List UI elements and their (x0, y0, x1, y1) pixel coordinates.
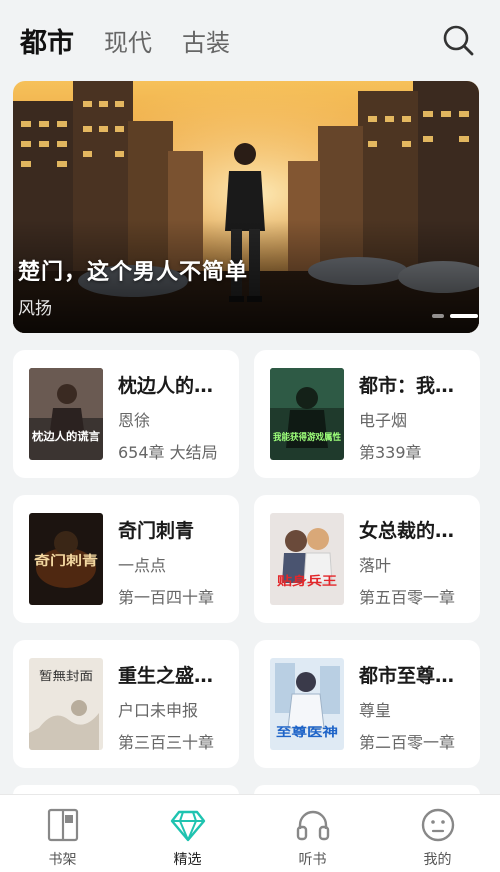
banner-title[interactable]: 楚门，这个男人不简单 (18, 254, 248, 286)
book-card[interactable]: 奇门刺青 奇门刺青 一点点 第一百四十章 (13, 495, 239, 623)
cover-title-text: 奇门刺青 (34, 553, 98, 569)
nav-label: 书架 (48, 852, 77, 868)
banner-author: 风扬 (18, 299, 52, 319)
nav-audiobook[interactable]: 听书 (250, 795, 375, 872)
book-title: 枕边人的谎言 (118, 375, 226, 397)
book-title: 都市：我能获得游戏属性 (359, 375, 467, 397)
cover-title-text: 枕边人的谎言 (32, 429, 100, 443)
cover-title-text: 至尊医神 (276, 724, 338, 739)
nav-label: 听书 (298, 852, 327, 868)
tab-guzhuang[interactable]: 古装 (182, 23, 230, 58)
book-meta: 第339章 (359, 443, 422, 462)
book-cover: 贴身兵王 (270, 513, 344, 605)
top-tab-bar: 都市 现代 古装 (0, 0, 500, 80)
book-cover: 暂無封面 (29, 658, 103, 750)
book-title: 都市至尊医神 (359, 665, 467, 687)
book-meta: 654章 大结局 (118, 443, 218, 462)
search-icon[interactable] (442, 24, 474, 56)
nav-bookshelf[interactable]: 书架 (0, 795, 125, 872)
cover-title-text: 贴身兵王 (277, 573, 337, 588)
book-author: 电子烟 (359, 411, 408, 430)
book-card[interactable]: 至尊医神 都市至尊医神 尊皇 第二百零一章 (254, 640, 480, 768)
book-card[interactable]: 枕边人的谎言 枕边人的谎言 恩徐 654章 大结局 (13, 350, 239, 478)
nav-label: 精选 (173, 852, 202, 868)
pagination-dot (432, 314, 444, 318)
pagination-dot-active (450, 314, 478, 318)
banner-image (13, 81, 479, 333)
book-cover: 至尊医神 (270, 658, 344, 750)
book-author: 恩徐 (118, 411, 151, 430)
tab-dushi[interactable]: 都市 (20, 21, 74, 60)
featured-banner[interactable] (13, 81, 479, 333)
cover-title-text: 我能获得游戏属性 (273, 431, 341, 443)
tab-xiandai[interactable]: 现代 (104, 23, 152, 58)
book-cover: 奇门刺青 (29, 513, 103, 605)
book-cover: 枕边人的谎言 (29, 368, 103, 460)
nav-profile[interactable]: 我的 (375, 795, 500, 872)
book-author: 一点点 (118, 556, 167, 575)
bottom-navigation: 书架 精选 听书 我的 (0, 794, 500, 872)
book-meta: 第五百零一章 (359, 588, 456, 607)
profile-icon (421, 808, 454, 842)
book-meta: 第二百零一章 (359, 733, 456, 752)
book-author: 落叶 (359, 556, 392, 575)
book-author: 尊皇 (359, 701, 392, 720)
book-meta: 第三百三十章 (118, 733, 215, 752)
book-title: 重生之盛世豪门 (118, 665, 226, 687)
cover-title-text: 暂無封面 (39, 668, 93, 683)
nav-label: 我的 (423, 852, 452, 868)
book-title: 奇门刺青 (118, 520, 195, 542)
book-cover: 我能获得游戏属性 (270, 368, 344, 460)
book-card[interactable]: 暂無封面 重生之盛世豪门 户口未申报 第三百三十章 (13, 640, 239, 768)
book-author: 户口未申报 (118, 701, 199, 720)
banner-pagination (432, 314, 478, 318)
book-title: 女总裁的贴身兵王 (359, 520, 467, 542)
headphones-icon (296, 810, 329, 841)
book-card[interactable]: 我能获得游戏属性 都市：我能获得游戏属性 电子烟 第339章 (254, 350, 480, 478)
nav-featured[interactable]: 精选 (125, 795, 250, 872)
book-meta: 第一百四十章 (118, 588, 215, 607)
diamond-icon (170, 810, 205, 842)
bookshelf-icon (47, 808, 78, 842)
book-card[interactable]: 贴身兵王 女总裁的贴身兵王 落叶 第五百零一章 (254, 495, 480, 623)
